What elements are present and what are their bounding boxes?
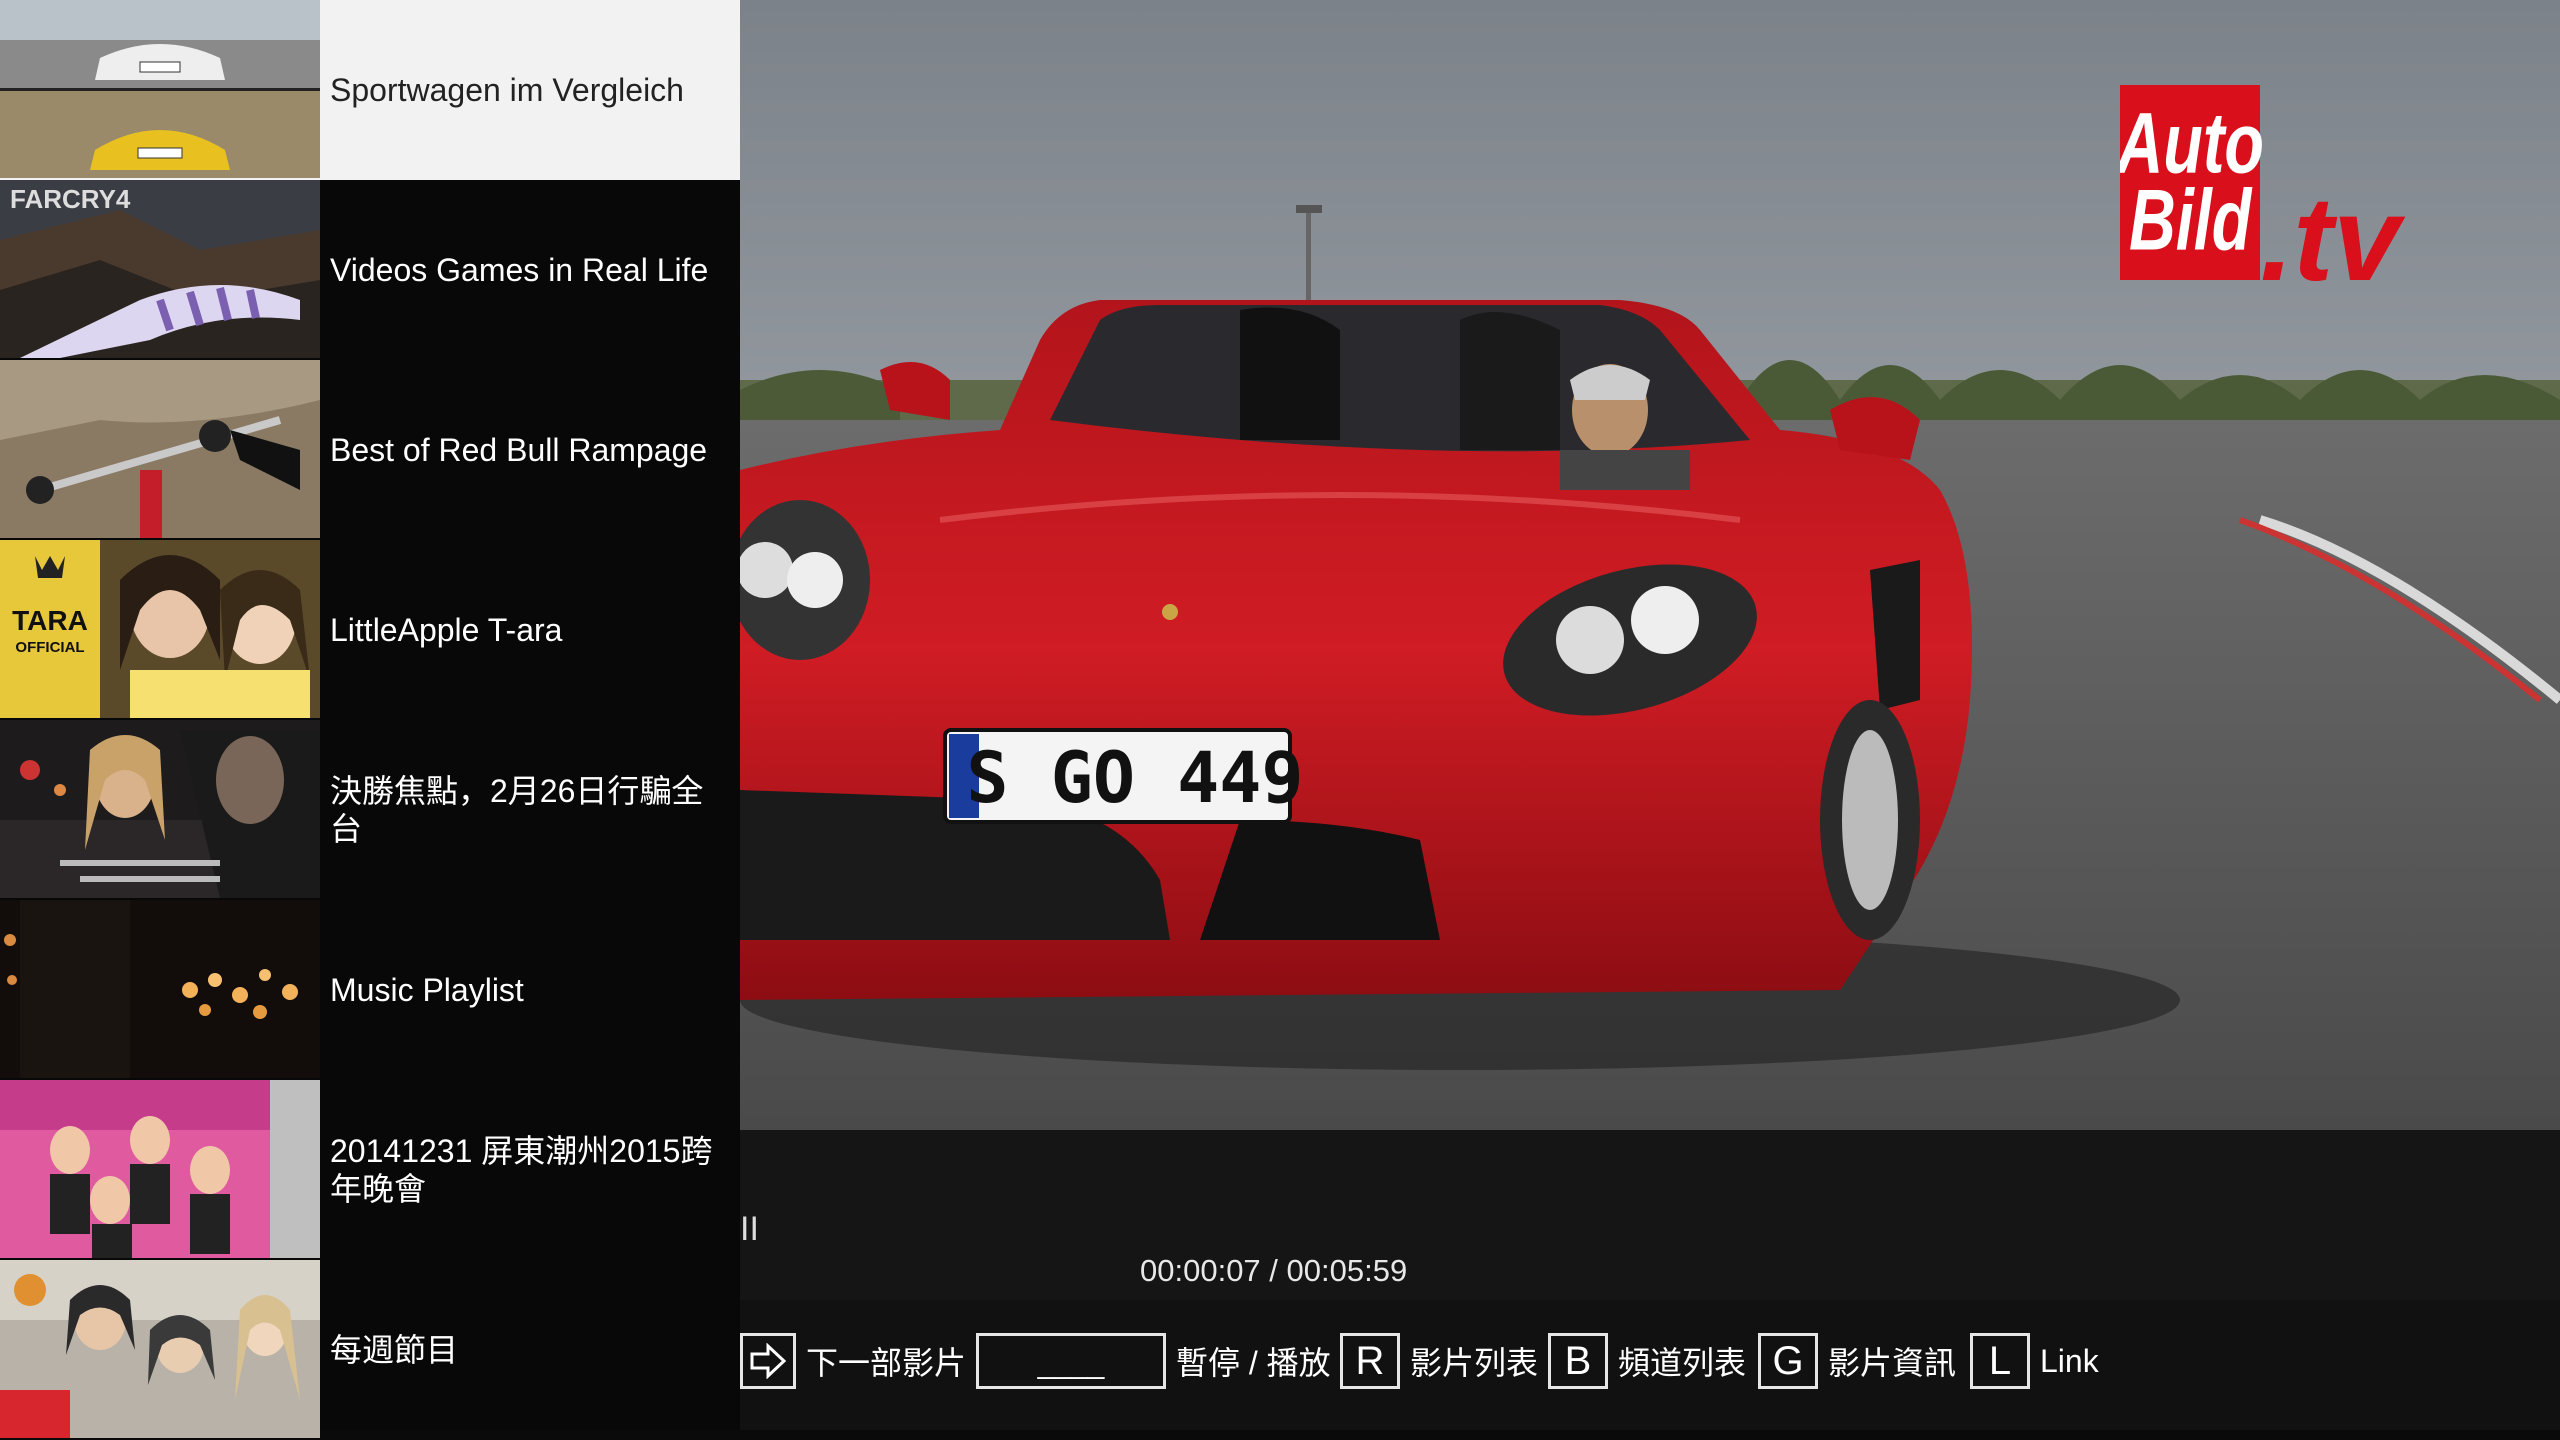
key-b: B: [1548, 1333, 1608, 1389]
video-frame[interactable]: S GO 449 Auto Bild .tv: [740, 0, 2560, 1130]
thumbnail-sportwagen: [0, 0, 320, 178]
auto-bild-logo: Auto Bild .tv: [2115, 85, 2410, 306]
playlist-item-title: 決勝焦點，2月26日行騙全台: [330, 773, 704, 847]
shortcut-video-list[interactable]: R 影片列表: [1340, 1330, 1538, 1392]
thumbnail-video-games: FARCRY4: [0, 180, 320, 358]
key-g: G: [1758, 1333, 1818, 1389]
playlist-item-video-games[interactable]: FARCRY4 Videos Games in Real Life: [0, 180, 740, 360]
playlist-item-juesheng[interactable]: 決勝焦點，2月26日行騙全台: [0, 720, 740, 900]
playlist-item-music[interactable]: Music Playlist: [0, 900, 740, 1080]
tara-logo-subtext: OFFICIAL: [15, 639, 84, 656]
playlist-item-little-apple[interactable]: TARA OFFICIAL LittleApple T-ara: [0, 540, 740, 720]
shortcut-label: 暫停 / 播放: [1176, 1345, 1331, 1381]
playlist-item-title: LittleApple T-ara: [330, 612, 563, 648]
shortcut-label: 下一部影片: [806, 1345, 967, 1381]
key-r: R: [1340, 1333, 1400, 1389]
playlist-item-title: Best of Red Bull Rampage: [330, 432, 708, 468]
arrow-right-icon: [740, 1333, 796, 1389]
shortcut-label: Link: [2040, 1342, 2099, 1379]
shortcut-label: 頻道列表: [1618, 1345, 1747, 1381]
playlist-item-title: Music Playlist: [330, 972, 524, 1008]
shortcut-label: 影片列表: [1410, 1345, 1539, 1381]
logo-tv-text: .tv: [2260, 172, 2406, 285]
playlist-item-sportwagen[interactable]: Sportwagen im Vergleich: [0, 0, 740, 180]
playback-time: 00:00:07 / 00:05:59: [1140, 1253, 1408, 1288]
license-plate-text: S GO 449: [966, 737, 1303, 819]
playlist-item-title: Sportwagen im Vergleich: [330, 72, 684, 108]
playlist-item-countdown[interactable]: 20141231 屏東潮州2015跨年晚會: [0, 1080, 740, 1260]
playlist-item-title: Videos Games in Real Life: [330, 252, 709, 288]
playlist-item-title: 每週節目: [330, 1332, 459, 1368]
thumbnail-juesheng: [0, 720, 320, 898]
shortcut-label: 影片資訊: [1828, 1345, 1957, 1381]
farcry-logo-text: FARCRY4: [10, 184, 131, 214]
thumbnail-red-bull: [0, 360, 320, 538]
pause-state-icon[interactable]: II: [740, 1210, 759, 1249]
keyboard-shortcut-bar: 下一部影片 ____ 暫停 / 播放 R 影片列表 B 頻道列表 G 影片資訊 …: [740, 1300, 2560, 1430]
shortcut-video-info[interactable]: G 影片資訊: [1758, 1330, 1956, 1392]
tara-logo-text: TARA: [12, 605, 88, 636]
thumbnail-countdown: [0, 1080, 320, 1258]
thumbnail-weekly: [0, 1260, 320, 1438]
video-player: S GO 449 Auto Bild .tv II 00:00:07 / 00:…: [740, 0, 2560, 1430]
thumbnail-music: [0, 900, 320, 1078]
shortcut-pause-play[interactable]: ____ 暫停 / 播放: [976, 1330, 1331, 1392]
playlist-item-title: 20141231 屏東潮州2015跨年晚會: [330, 1133, 713, 1207]
playlist-item-red-bull[interactable]: Best of Red Bull Rampage: [0, 360, 740, 540]
spacebar-key: ____: [976, 1333, 1166, 1389]
key-l: L: [1970, 1333, 2030, 1389]
logo-bild-text: Bild: [2129, 172, 2253, 268]
playlist-item-weekly[interactable]: 每週節目: [0, 1260, 740, 1440]
shortcut-next-video[interactable]: 下一部影片: [740, 1330, 966, 1392]
thumbnail-little-apple: TARA OFFICIAL: [0, 540, 320, 718]
shortcut-channel-list[interactable]: B 頻道列表: [1548, 1330, 1746, 1392]
playback-info-area: II 00:00:07 / 00:05:59: [740, 1130, 2560, 1300]
shortcut-link[interactable]: L Link: [1970, 1330, 2099, 1392]
video-playlist-sidebar: Sportwagen im Vergleich FARCRY4 Videos G…: [0, 0, 740, 1438]
